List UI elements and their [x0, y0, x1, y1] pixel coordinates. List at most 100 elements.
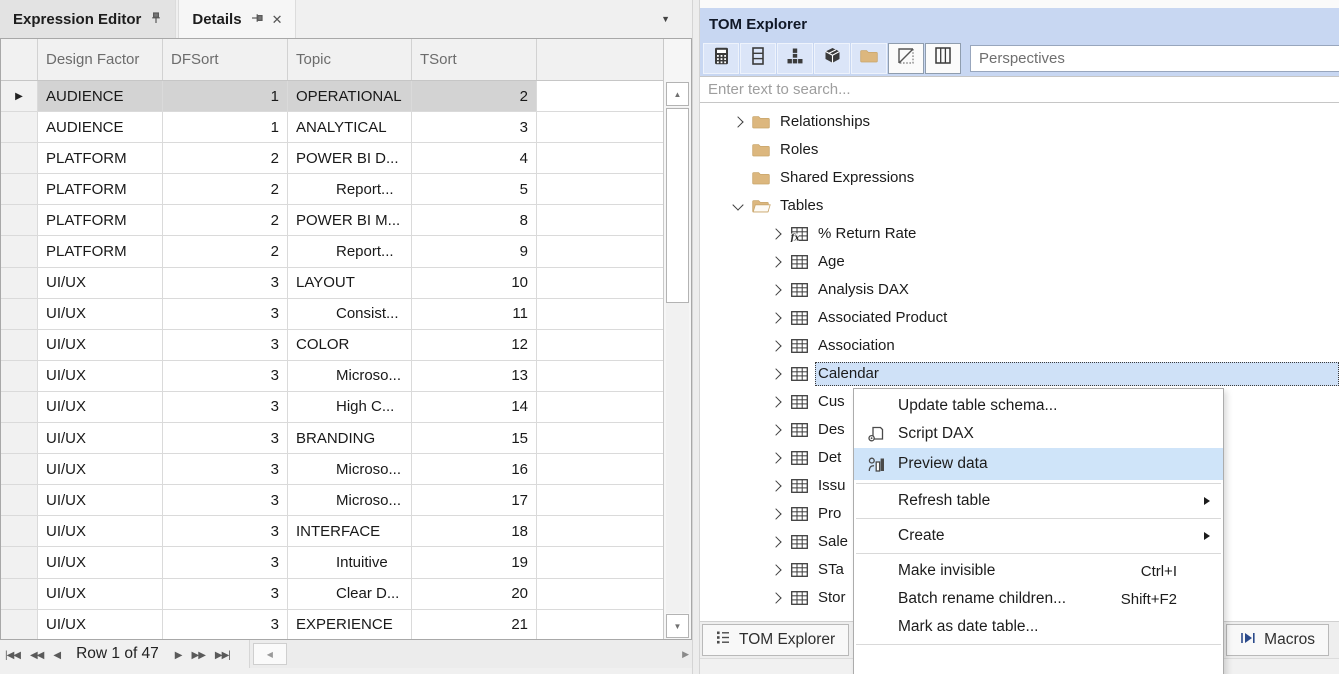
cell-tsort[interactable]: 8 — [412, 205, 537, 236]
horizontal-scrollbar-thumb[interactable]: ◀ — [253, 643, 287, 665]
cell-topic[interactable]: Intuitive — [288, 547, 412, 578]
table-row[interactable]: AUDIENCE1ANALYTICAL3 — [1, 112, 663, 143]
cell-tsort[interactable]: 15 — [412, 423, 537, 454]
table-row[interactable]: UI/UX3Consist...11 — [1, 299, 663, 330]
cell-topic[interactable]: LAYOUT — [288, 268, 412, 299]
chevron-right-icon[interactable] — [768, 370, 784, 378]
cell-design-factor[interactable]: PLATFORM — [38, 143, 163, 174]
cell-tsort[interactable]: 12 — [412, 330, 537, 361]
next-record-button[interactable]: ▶ — [175, 650, 182, 661]
tree-item-association[interactable]: Association — [700, 332, 1339, 360]
menu-item-create[interactable]: Create — [854, 522, 1223, 550]
row-header-cell[interactable] — [1, 485, 38, 516]
menu-item-batch-rename-children[interactable]: Batch rename children...Shift+F2 — [854, 585, 1223, 613]
cell-dfsort[interactable]: 3 — [163, 579, 288, 610]
cell-tsort[interactable]: 18 — [412, 516, 537, 547]
row-header-cell[interactable] — [1, 143, 38, 174]
table-row[interactable]: PLATFORM2POWER BI D...4 — [1, 143, 663, 174]
toolbar-button-folder-icon[interactable] — [851, 43, 887, 74]
menu-item-preview-data[interactable]: Preview data — [854, 448, 1223, 480]
cell-tsort[interactable]: 14 — [412, 392, 537, 423]
tree-item-associated-product[interactable]: Associated Product — [700, 304, 1339, 332]
row-header-cell[interactable] — [1, 579, 38, 610]
row-header-cell[interactable] — [1, 547, 38, 578]
tree-item-roles[interactable]: Roles — [700, 136, 1339, 164]
cell-dfsort[interactable]: 2 — [163, 143, 288, 174]
tab-details[interactable]: Details ✕ — [178, 0, 296, 38]
column-header-dfsort[interactable]: DFSort — [163, 39, 288, 80]
row-header-cell[interactable] — [1, 392, 38, 423]
row-header-cell[interactable] — [1, 205, 38, 236]
cell-dfsort[interactable]: 3 — [163, 454, 288, 485]
grid-corner-cell[interactable] — [1, 39, 38, 80]
cell-design-factor[interactable]: AUDIENCE — [38, 112, 163, 143]
pin-icon[interactable] — [251, 11, 263, 28]
toolbar-button-cube-icon[interactable] — [814, 43, 850, 74]
tree-item-return-rate[interactable]: fx% Return Rate — [700, 220, 1339, 248]
cell-design-factor[interactable]: UI/UX — [38, 454, 163, 485]
cell-topic[interactable]: Clear D... — [288, 579, 412, 610]
cell-design-factor[interactable]: UI/UX — [38, 516, 163, 547]
table-row[interactable]: PLATFORM2POWER BI M...8 — [1, 205, 663, 236]
cell-tsort[interactable]: 3 — [412, 112, 537, 143]
column-header-empty[interactable] — [537, 39, 663, 80]
chevron-right-icon[interactable] — [768, 314, 784, 322]
column-header-tsort[interactable]: TSort — [412, 39, 537, 80]
tree-item-age[interactable]: Age — [700, 248, 1339, 276]
cell-design-factor[interactable]: UI/UX — [38, 423, 163, 454]
cell-dfsort[interactable]: 2 — [163, 174, 288, 205]
cell-design-factor[interactable]: UI/UX — [38, 610, 163, 639]
chevron-right-icon[interactable] — [768, 538, 784, 546]
cell-tsort[interactable]: 2 — [412, 81, 537, 112]
search-input[interactable] — [700, 77, 1339, 102]
cell-tsort[interactable]: 11 — [412, 299, 537, 330]
table-row[interactable]: UI/UX3Microso...13 — [1, 361, 663, 392]
chevron-down-icon[interactable] — [730, 204, 746, 209]
cell-design-factor[interactable]: AUDIENCE — [38, 81, 163, 112]
menu-item-refresh-table[interactable]: Refresh table — [854, 487, 1223, 515]
cell-design-factor[interactable]: PLATFORM — [38, 236, 163, 267]
tree-item-tables[interactable]: Tables — [700, 192, 1339, 220]
cell-tsort[interactable]: 16 — [412, 454, 537, 485]
cell-topic[interactable]: BRANDING — [288, 423, 412, 454]
perspectives-combobox[interactable]: Perspectives — [970, 45, 1339, 72]
horizontal-scrollbar[interactable]: ◀ ▶ — [249, 640, 692, 668]
cell-topic[interactable]: POWER BI M... — [288, 205, 412, 236]
table-row[interactable]: UI/UX3EXPERIENCE21 — [1, 610, 663, 639]
table-row[interactable]: UI/UX3Intuitive19 — [1, 547, 663, 578]
cell-tsort[interactable]: 5 — [412, 174, 537, 205]
table-row[interactable]: PLATFORM2Report...9 — [1, 236, 663, 267]
chevron-right-icon[interactable] — [768, 286, 784, 294]
chevron-right-icon[interactable] — [768, 398, 784, 406]
cell-dfsort[interactable]: 3 — [163, 330, 288, 361]
cell-topic[interactable]: Microso... — [288, 454, 412, 485]
pin-icon[interactable] — [150, 11, 162, 28]
cell-topic[interactable]: High C... — [288, 392, 412, 423]
row-header-cell[interactable] — [1, 330, 38, 361]
cell-design-factor[interactable]: UI/UX — [38, 579, 163, 610]
scroll-right-button[interactable]: ▶ — [682, 649, 689, 660]
cell-tsort[interactable]: 9 — [412, 236, 537, 267]
cell-dfsort[interactable]: 1 — [163, 81, 288, 112]
row-header-cell[interactable] — [1, 454, 38, 485]
cell-topic[interactable]: Report... — [288, 174, 412, 205]
cell-design-factor[interactable]: UI/UX — [38, 268, 163, 299]
cell-design-factor[interactable]: UI/UX — [38, 485, 163, 516]
toolbar-button-calculator-icon[interactable] — [703, 43, 739, 74]
cell-tsort[interactable]: 20 — [412, 579, 537, 610]
cell-dfsort[interactable]: 3 — [163, 516, 288, 547]
row-header-cell[interactable] — [1, 268, 38, 299]
menu-item-update-table-schema[interactable]: Update table schema... — [854, 392, 1223, 420]
tree-item-relationships[interactable]: Relationships — [700, 108, 1339, 136]
row-header-cell[interactable] — [1, 516, 38, 547]
cell-topic[interactable]: OPERATIONAL — [288, 81, 412, 112]
cell-tsort[interactable]: 19 — [412, 547, 537, 578]
cell-dfsort[interactable]: 2 — [163, 236, 288, 267]
table-row[interactable]: UI/UX3Clear D...20 — [1, 579, 663, 610]
cell-dfsort[interactable]: 1 — [163, 112, 288, 143]
menu-item-mark-as-date-table[interactable]: Mark as date table... — [854, 613, 1223, 641]
toolbar-button-hierarchy-icon[interactable] — [777, 43, 813, 74]
scroll-down-button[interactable]: ▼ — [666, 614, 689, 638]
column-header-design-factor[interactable]: Design Factor — [38, 39, 163, 80]
chevron-right-icon[interactable] — [768, 230, 784, 238]
